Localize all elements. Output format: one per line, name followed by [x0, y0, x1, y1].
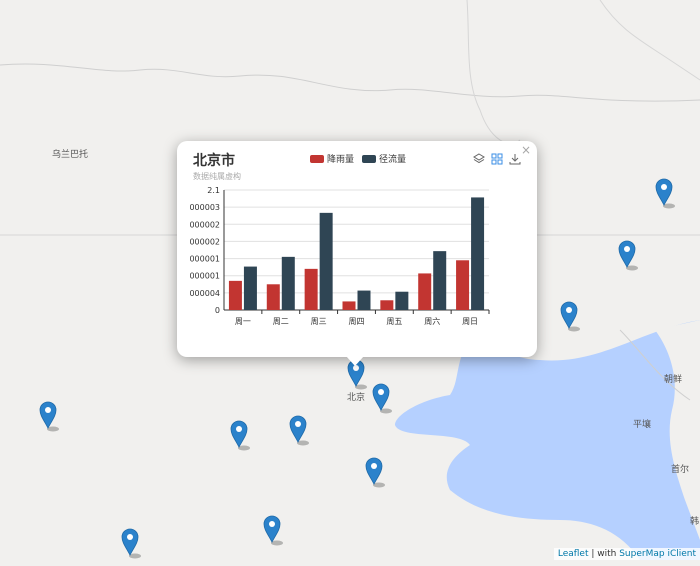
- bar: [228, 280, 242, 310]
- bar: [266, 284, 280, 310]
- map-label: 朝鲜: [664, 375, 683, 385]
- popup-tip: [346, 356, 364, 366]
- x-tick-label: 周日: [462, 317, 478, 326]
- bar: [471, 197, 485, 310]
- map-marker-icon[interactable]: [365, 457, 391, 491]
- bar: [357, 290, 371, 310]
- bar: [319, 212, 333, 310]
- y-tick-label: 2.1: [207, 186, 220, 195]
- bar: [243, 266, 257, 310]
- bar: [456, 260, 470, 310]
- map-marker-icon[interactable]: [560, 301, 586, 335]
- bar-chart: 0 000004 000001 000001 000002 000002 000003 2.1…: [189, 186, 490, 326]
- map-marker-icon[interactable]: [618, 240, 644, 274]
- chart-popup: × 北京市 数据纯属虚构 降雨量 径流量 0 000004 000001 000001…: [177, 141, 537, 357]
- y-tick-label: 000001: [189, 272, 220, 281]
- y-tick-label: 000004: [189, 289, 220, 298]
- map-marker-icon[interactable]: [655, 178, 681, 212]
- x-tick-label: 周三: [311, 317, 327, 326]
- map-marker-icon[interactable]: [372, 383, 398, 417]
- leaflet-link[interactable]: Leaflet: [558, 549, 589, 559]
- bar: [281, 256, 295, 310]
- bar: [304, 268, 318, 310]
- map-label: 韩: [690, 517, 700, 527]
- x-tick-label: 周一: [235, 317, 251, 326]
- x-tick-label: 周五: [386, 317, 402, 326]
- map-marker-icon[interactable]: [263, 515, 289, 549]
- bar: [418, 273, 432, 310]
- x-tick-label: 周四: [349, 317, 365, 326]
- bar: [433, 251, 447, 310]
- y-tick-label: 000003: [189, 203, 220, 212]
- bar: [395, 291, 409, 310]
- bar: [342, 301, 356, 310]
- map-label: 平壤: [633, 420, 652, 430]
- y-tick-label: 000002: [189, 237, 220, 246]
- bar: [380, 300, 394, 310]
- y-tick-label: 0: [215, 306, 220, 315]
- map-marker-icon[interactable]: [230, 420, 256, 454]
- map-attribution: Leaflet | with SuperMap iClient: [553, 548, 700, 560]
- supermap-link[interactable]: SuperMap iClient: [619, 549, 696, 559]
- map-label: 乌兰巴托: [52, 150, 89, 160]
- map-marker-icon[interactable]: [289, 415, 315, 449]
- map-marker-icon[interactable]: [121, 528, 147, 562]
- x-tick-label: 周六: [424, 316, 440, 326]
- map-label: 首尔: [671, 465, 690, 475]
- y-tick-label: 000001: [189, 255, 220, 264]
- x-tick-label: 周二: [273, 317, 289, 326]
- y-tick-label: 000002: [189, 220, 220, 229]
- map-marker-icon[interactable]: [39, 401, 65, 435]
- attribution-separator: | with: [588, 549, 620, 559]
